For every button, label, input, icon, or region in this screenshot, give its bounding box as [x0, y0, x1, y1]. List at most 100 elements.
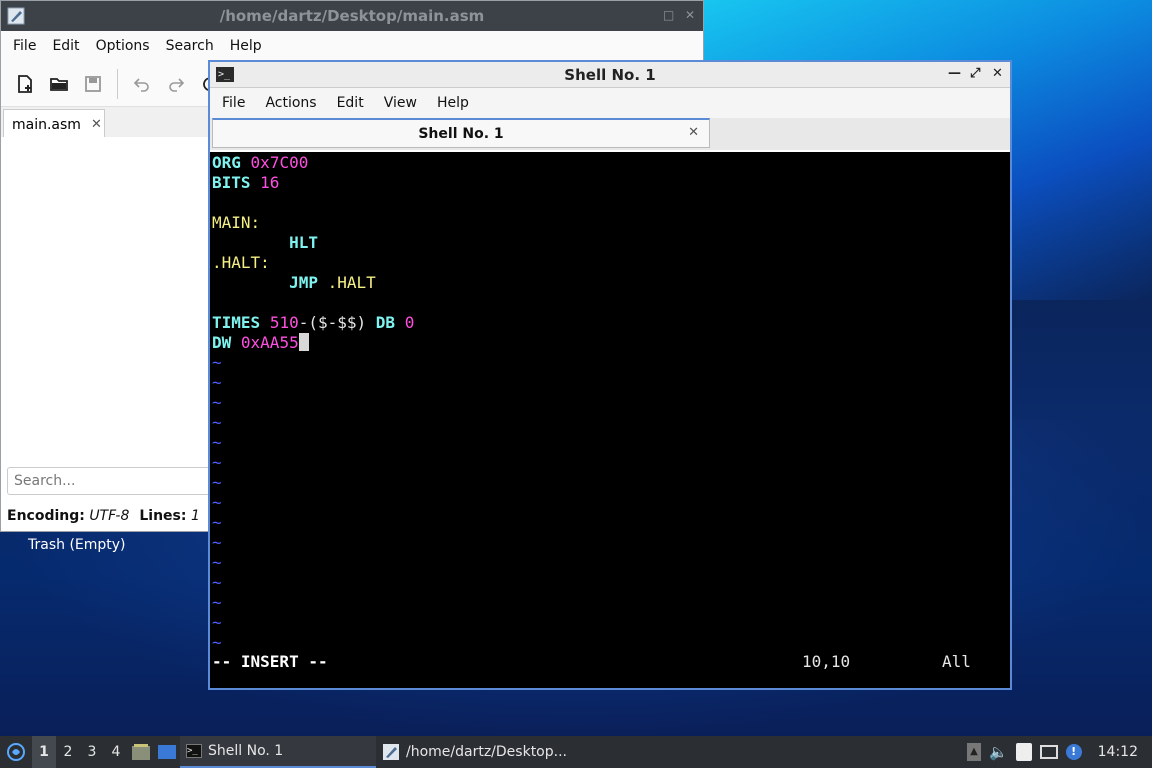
system-tray: ▲ 🔈 ! 14:12: [966, 736, 1152, 768]
task-label: /home/dartz/Desktop...: [406, 744, 567, 760]
taskbar: 1 2 3 4 >_ Shell No. 1 /home/dartz/Deskt…: [0, 736, 1152, 768]
lines-status: Lines: 1: [139, 508, 200, 524]
number: 0xAA55: [240, 333, 299, 352]
editor-menubar: File Edit Options Search Help: [1, 31, 703, 61]
label: MAIN:: [212, 213, 261, 232]
terminal-title: Shell No. 1: [564, 66, 656, 84]
vim-statusline: -- INSERT -- 10,10 All: [212, 652, 1002, 672]
menu-help[interactable]: Help: [427, 95, 479, 111]
keyword: DB: [375, 313, 396, 332]
empty-line-marker: ~: [212, 413, 222, 432]
code-line: MAIN:: [212, 213, 1010, 233]
new-file-icon[interactable]: [11, 70, 39, 98]
menu-actions[interactable]: Actions: [255, 95, 326, 111]
text-cursor: [298, 333, 309, 351]
empty-line-marker: ~: [212, 373, 222, 392]
keyword: JMP: [289, 273, 318, 292]
keyword: BITS: [212, 173, 251, 192]
scroll-up-icon[interactable]: ▲: [966, 743, 981, 761]
label: .HALT: [327, 273, 376, 292]
workspace-3[interactable]: 3: [80, 744, 104, 760]
maximize-icon[interactable]: ⤢: [970, 66, 980, 81]
task-editor[interactable]: /home/dartz/Desktop...: [376, 736, 576, 768]
menu-options[interactable]: Options: [88, 38, 158, 54]
tab-main-asm[interactable]: main.asm ✕: [3, 109, 105, 139]
code-line: .HALT:: [212, 253, 1010, 273]
empty-line-marker: ~: [212, 513, 222, 532]
encoding-status: Encoding: UTF-8: [7, 508, 129, 524]
menu-help[interactable]: Help: [222, 38, 270, 54]
task-label: Shell No. 1: [208, 743, 284, 759]
menu-search[interactable]: Search: [158, 38, 222, 54]
terminal-window: >_ Shell No. 1 — ⤢ ✕ File Actions Edit V…: [208, 60, 1012, 690]
mode-indicator: -- INSERT --: [212, 652, 328, 671]
empty-line-marker: ~: [212, 533, 222, 552]
trash-label[interactable]: Trash (Empty): [28, 537, 126, 553]
clock[interactable]: 14:12: [1098, 744, 1138, 760]
menu-file[interactable]: File: [5, 38, 44, 54]
show-desktop-icon[interactable]: [154, 736, 180, 768]
number: 0: [404, 313, 415, 332]
cursor-position: 10,10: [802, 652, 851, 671]
number: 16: [260, 173, 280, 192]
number: 0x7C00: [250, 153, 309, 172]
workspace-2[interactable]: 2: [56, 744, 80, 760]
workspace-1[interactable]: 1: [32, 736, 56, 768]
menu-view[interactable]: View: [374, 95, 427, 111]
code-line: ORG 0x7C00: [212, 153, 1010, 173]
tab-label: Shell No. 1: [418, 125, 504, 142]
text-editor-icon: [383, 744, 399, 760]
close-icon[interactable]: ✕: [685, 8, 695, 22]
minimize-icon[interactable]: —: [948, 66, 961, 81]
empty-line-marker: ~: [212, 433, 222, 452]
empty-line-marker: ~: [212, 473, 222, 492]
save-icon[interactable]: [79, 70, 107, 98]
file-manager-icon[interactable]: [128, 736, 154, 768]
task-shell[interactable]: >_ Shell No. 1: [180, 736, 376, 768]
terminal-titlebar[interactable]: >_ Shell No. 1 — ⤢ ✕: [210, 62, 1010, 88]
empty-line-marker: ~: [212, 453, 222, 472]
scroll-position: All: [942, 652, 971, 671]
lines-label: Lines:: [139, 508, 187, 524]
editor-titlebar[interactable]: /home/dartz/Desktop/main.asm □ ✕: [1, 1, 703, 31]
close-tab-icon[interactable]: ✕: [91, 117, 102, 132]
label: .HALT:: [212, 253, 270, 272]
keyword: HLT: [289, 233, 318, 252]
menu-edit[interactable]: Edit: [327, 95, 374, 111]
network-icon[interactable]: [1039, 745, 1058, 759]
code-line: TIMES 510-($-$$) DB 0: [212, 313, 1010, 333]
clipboard-icon[interactable]: [1015, 743, 1032, 761]
code-line: JMP .HALT: [212, 273, 1010, 293]
empty-line-marker: ~: [212, 353, 222, 372]
editor-title: /home/dartz/Desktop/main.asm: [219, 7, 485, 25]
workspace-4[interactable]: 4: [104, 744, 128, 760]
maximize-icon[interactable]: □: [663, 8, 674, 22]
app-menu-icon[interactable]: [0, 736, 32, 768]
encoding-label: Encoding:: [7, 508, 85, 524]
terminal-screen[interactable]: ORG 0x7C00 BITS 16 MAIN: HLT .HALT: JMP …: [210, 152, 1010, 688]
tab-shell-1[interactable]: Shell No. 1 ✕: [212, 118, 710, 148]
empty-line-marker: ~: [212, 553, 222, 572]
close-icon[interactable]: ✕: [992, 66, 1003, 81]
terminal-icon: >_: [186, 744, 202, 758]
empty-line-marker: ~: [212, 393, 222, 412]
close-tab-icon[interactable]: ✕: [688, 125, 699, 140]
undo-icon[interactable]: [128, 70, 156, 98]
encoding-value: UTF-8: [89, 508, 130, 524]
empty-line-marker: ~: [212, 633, 222, 652]
menu-file[interactable]: File: [212, 95, 255, 111]
menu-edit[interactable]: Edit: [44, 38, 87, 54]
empty-line-marker: ~: [212, 493, 222, 512]
volume-icon[interactable]: 🔈: [989, 743, 1008, 761]
tab-label: main.asm: [12, 116, 81, 133]
open-folder-icon[interactable]: [45, 70, 73, 98]
toolbar-separator: [117, 68, 118, 99]
keyword: ORG: [212, 153, 241, 172]
terminal-menubar: File Actions Edit View Help: [210, 88, 1010, 118]
notification-icon[interactable]: !: [1065, 744, 1082, 760]
redo-icon[interactable]: [162, 70, 190, 98]
expression: -($-$$): [298, 313, 367, 332]
code-line: BITS 16: [212, 173, 1010, 193]
